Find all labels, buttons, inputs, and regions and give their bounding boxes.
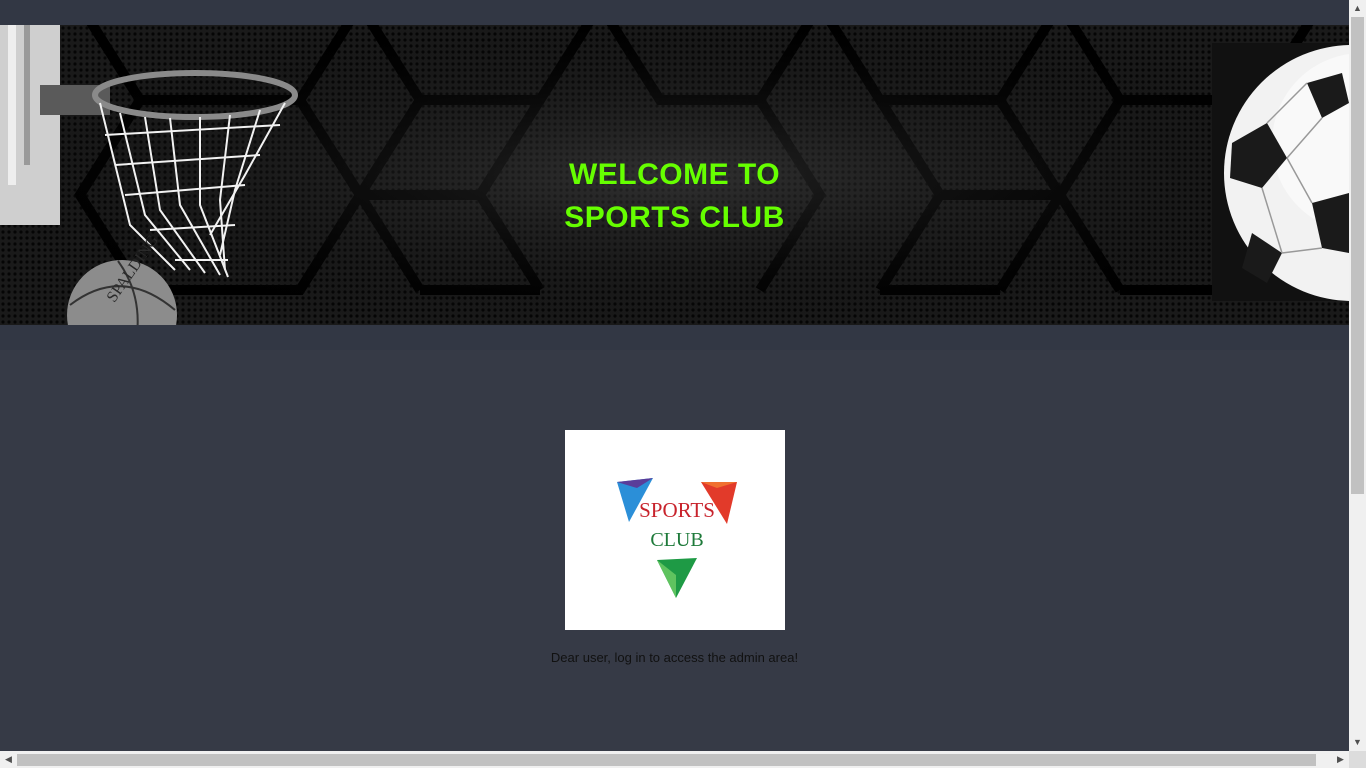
login-prompt-text: Dear user, log in to access the admin ar… <box>550 650 799 665</box>
scroll-down-icon[interactable]: ▼ <box>1349 734 1366 751</box>
hero-banner: SPALDING WELCOME TO SPORTS CLUB <box>0 25 1349 325</box>
page-title: WELCOME TO SPORTS CLUB <box>0 153 1349 239</box>
soccer-ball-image <box>1212 43 1349 301</box>
title-line-2: SPORTS CLUB <box>564 201 785 234</box>
scroll-right-icon[interactable]: ▶ <box>1332 751 1349 768</box>
scroll-up-icon[interactable]: ▲ <box>1349 0 1366 17</box>
logo-text-club: CLUB <box>650 529 703 551</box>
scroll-left-icon[interactable]: ◀ <box>0 751 17 768</box>
scrollbar-corner <box>1349 751 1366 768</box>
top-bar <box>0 0 1349 25</box>
logo-text-sports: SPORTS <box>639 498 715 522</box>
title-line-1: WELCOME TO <box>568 158 781 191</box>
horizontal-scrollbar-thumb[interactable] <box>17 754 1316 766</box>
vertical-scrollbar-thumb[interactable] <box>1351 17 1364 494</box>
sub-bar <box>0 325 1349 350</box>
sports-club-logo: SPORTS CLUB <box>565 430 785 630</box>
logo-graphic: SPORTS CLUB <box>617 478 737 598</box>
